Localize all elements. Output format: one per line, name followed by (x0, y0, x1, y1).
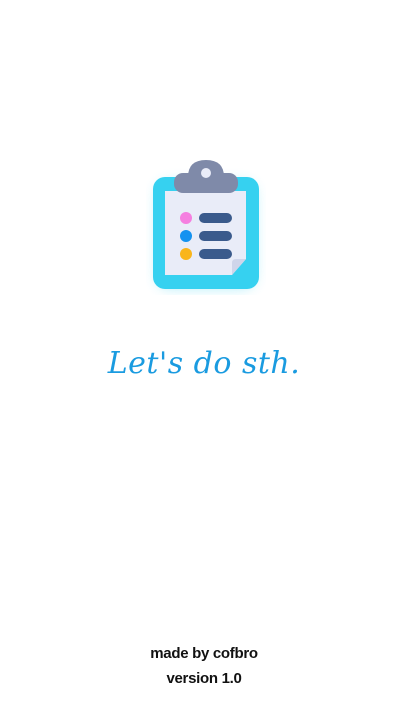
clipboard-checklist-icon (153, 160, 259, 289)
tagline: Let's do sth. (107, 346, 301, 381)
author-credit: made by cofbro (150, 645, 258, 662)
splash-screen: Let's do sth. made by cofbro version 1.0 (0, 0, 408, 707)
version-label: version 1.0 (166, 670, 242, 687)
app-credits: made by cofbro version 1.0 (0, 641, 408, 691)
